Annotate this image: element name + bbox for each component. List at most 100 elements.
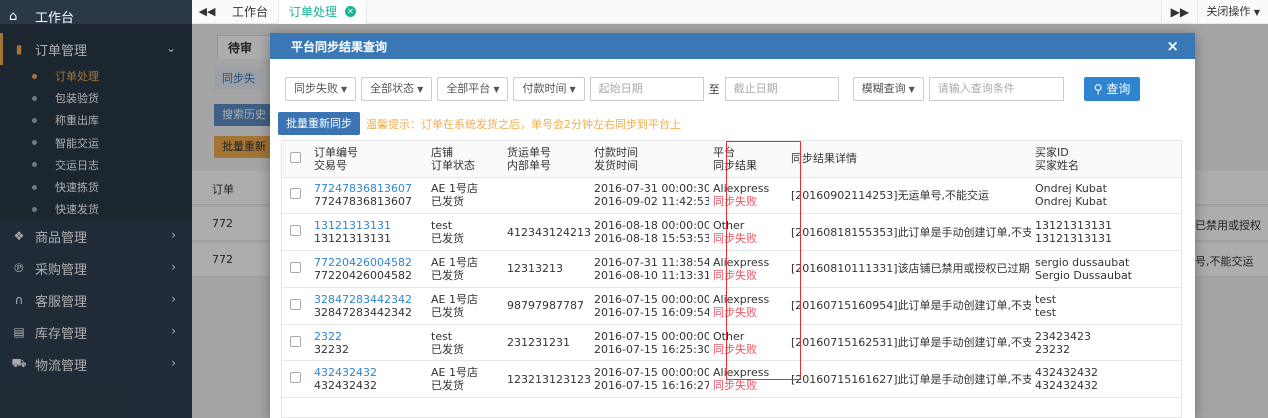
ship-time: 2016-08-18 15:53:53 [594, 232, 709, 246]
row-checkbox[interactable] [290, 298, 301, 310]
bulk-action-row: 批量重新同步 温馨提示：订单在系统发货之后，单号会2分钟左右同步到平台上 [278, 112, 681, 135]
buyer-name: Ondrej Kubat [1035, 195, 1107, 209]
trade-id: 13121313131 [314, 232, 391, 246]
col-label: 订单编号 [314, 145, 358, 159]
tracking-number: 12321312312312 [507, 372, 590, 386]
order-link[interactable]: 77247836813607 [314, 182, 427, 195]
select-all-checkbox[interactable] [290, 151, 301, 163]
table-row: 77220426004582 77220426004582 AE 1号店 已发货 123… [282, 250, 1181, 288]
order-link[interactable]: 2322 [314, 330, 427, 343]
order-cell: 13121313131 13121313131 [310, 213, 427, 252]
fuzzy-query-select[interactable]: 模糊查询 ▼ [852, 77, 924, 101]
bulk-resync-button[interactable]: 批量重新同步 [278, 112, 360, 135]
buyer-id: test [1035, 292, 1057, 306]
caret-down-icon: ▼ [569, 85, 576, 94]
col-label: 货运单号 [507, 145, 551, 159]
row-checkbox[interactable] [290, 335, 301, 347]
tab-workbench[interactable]: 工作台 [222, 0, 280, 24]
sync-result: 同步失败 [713, 268, 757, 282]
shop-name: AE 1号店 [431, 366, 478, 380]
close-operations-label: 关闭操作 [1206, 4, 1251, 18]
close-operations-dropdown[interactable]: 关闭操作 ▼ [1197, 0, 1268, 24]
shop-cell: AE 1号店 已发货 [427, 250, 503, 288]
tracking-cell: 98797987787 [503, 287, 590, 325]
start-date-input[interactable]: 起始日期 [589, 77, 704, 101]
caret-down-icon: ▼ [1253, 7, 1260, 17]
col-label: 交易号 [314, 158, 347, 172]
time-type-select[interactable]: 付款时间 ▼ [513, 77, 585, 101]
search-button-label: 查询 [1106, 82, 1131, 96]
table-row: 32847283442342 32847283442342 AE 1号店 已发货 987… [282, 287, 1181, 325]
col-label: 同步结果详情 [791, 152, 857, 166]
search-button[interactable]: ⚲ 查询 [1083, 77, 1141, 101]
platform-name: Aliexpress [713, 366, 770, 380]
shop-cell: AE 1号店 已发货 [427, 287, 503, 325]
select-label: 全部平台 [446, 82, 491, 95]
tracking-number: 4123431242134 [507, 225, 590, 239]
tracking-number: 98797987787 [507, 299, 584, 313]
row-checkbox[interactable] [290, 261, 301, 273]
buyer-id: Ondrej Kubat [1035, 182, 1107, 196]
platform-cell: Aliexpress 同步失败 [709, 250, 787, 288]
order-status: 已发货 [431, 342, 464, 356]
row-checkbox[interactable] [290, 225, 301, 237]
buyer-name: 432432432 [1035, 379, 1098, 393]
order-status-select[interactable]: 全部状态 ▼ [361, 77, 433, 101]
platform-cell: Aliexpress 同步失败 [709, 177, 787, 215]
sync-detail: [20160715162531]此订单是手动创建订单,不支 [791, 336, 1031, 350]
query-input[interactable]: 请输入查询条件 [928, 77, 1064, 101]
sync-status-select[interactable]: 同步失败 ▼ [285, 77, 357, 101]
detail-cell: [20160715160954]此订单是手动创建订单,不支 [787, 287, 1031, 325]
detail-cell: [20160715162531]此订单是手动创建订单,不支 [787, 324, 1031, 362]
buyer-cell: 432432432 432432432 [1031, 360, 1181, 399]
end-date-input[interactable]: 截止日期 [724, 77, 839, 101]
sync-detail: [20160715161627]此订单是手动创建订单,不支 [791, 372, 1031, 386]
platform-name: Aliexpress [713, 255, 770, 269]
order-cell: 77220426004582 77220426004582 [310, 250, 427, 288]
scroll-left-icon[interactable]: ◀◀ [192, 5, 222, 18]
order-link[interactable]: 77220426004582 [314, 256, 427, 269]
shop-cell: test 已发货 [427, 324, 503, 362]
select-label: 模糊查询 [861, 82, 906, 95]
order-link[interactable]: 13121313131 [314, 219, 427, 232]
sync-result-table: 订单编号 交易号 店铺 订单状态 货运单号 内部单号 付款时间 发货时间 平台 同步结果 … [281, 140, 1182, 418]
order-link[interactable]: 32847283442342 [314, 293, 427, 306]
table-header-row: 订单编号 交易号 店铺 订单状态 货运单号 内部单号 付款时间 发货时间 平台 同步结果 … [282, 141, 1181, 178]
close-icon[interactable]: × [1166, 37, 1179, 55]
col-platform: 平台 同步结果 [709, 141, 787, 178]
platform-select[interactable]: 全部平台 ▼ [437, 77, 509, 101]
select-label: 全部状态 [370, 82, 415, 95]
table-row: 432432432432432432AE 1号店已发货1232131231231… [282, 360, 1181, 399]
caret-down-icon: ▼ [493, 85, 500, 94]
tracking-number: 12313213 [507, 262, 563, 276]
scroll-right-icon[interactable]: ▶▶ [1161, 0, 1197, 24]
order-cell: 32847283442342 32847283442342 [310, 287, 427, 325]
home-icon: ⌂ [9, 9, 18, 24]
time-cell: 2016-08-18 00:00:00 2016-08-18 15:53:53 [590, 213, 709, 252]
sync-detail: [20160818155353]此订单是手动创建订单,不支 [791, 225, 1031, 239]
buyer-cell: Ondrej Kubat Ondrej Kubat [1031, 177, 1181, 215]
platform-cell: Other 同步失败 [709, 213, 787, 252]
platform-name: Aliexpress [713, 292, 770, 306]
trade-id: 32847283442342 [314, 305, 412, 319]
row-checkbox[interactable] [290, 188, 301, 200]
dialog-title: 平台同步结果查询 [291, 39, 388, 54]
close-icon[interactable]: ✕ [345, 6, 357, 17]
sync-result: 同步失败 [713, 379, 757, 393]
ship-time: 2016-07-15 16:09:54 [594, 305, 709, 319]
sync-result: 同步失败 [713, 342, 757, 356]
detail-cell: [20160810111331]该店铺已禁用或授权已过期 [787, 250, 1031, 288]
row-select-cell [282, 287, 310, 325]
ship-time: 2016-07-15 16:25:30 [594, 342, 709, 356]
pay-time: 2016-08-18 00:00:00 [594, 219, 709, 233]
order-link[interactable]: 432432432 [314, 366, 427, 379]
buyer-cell: 13121313131 13121313131 [1031, 213, 1181, 252]
dialog-header: 平台同步结果查询 × [270, 33, 1195, 59]
detail-cell: [20160715161627]此订单是手动创建订单,不支 [787, 360, 1031, 399]
shop-name: AE 1号店 [431, 292, 478, 306]
tab-order-processing[interactable]: 订单处理 ✕ [279, 0, 368, 24]
order-cell: 77247836813607 77247836813607 [310, 177, 427, 215]
row-checkbox[interactable] [290, 372, 301, 384]
trade-id: 77247836813607 [314, 195, 412, 209]
buyer-name: 23232 [1035, 342, 1070, 356]
